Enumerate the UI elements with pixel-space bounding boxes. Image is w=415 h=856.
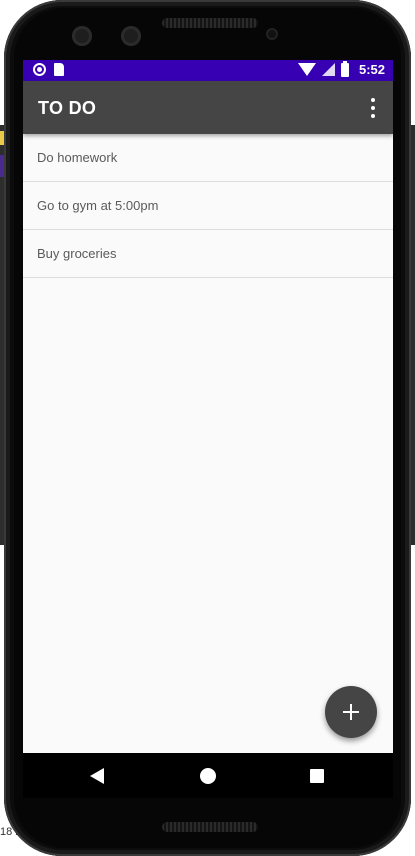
- todo-item[interactable]: Do homework: [23, 134, 393, 182]
- plus-icon: [343, 704, 359, 720]
- wifi-icon: [297, 63, 316, 76]
- back-icon[interactable]: [90, 768, 104, 784]
- todo-item-text: Do homework: [37, 150, 118, 165]
- todo-item[interactable]: Go to gym at 5:00pm: [23, 182, 393, 230]
- earpiece-speaker: [162, 18, 258, 28]
- sd-card-icon: [54, 63, 64, 76]
- bottom-speaker: [162, 822, 258, 832]
- todo-item[interactable]: Buy groceries: [23, 230, 393, 278]
- overflow-menu-icon[interactable]: [367, 98, 379, 118]
- status-bar: 5:52: [23, 60, 393, 81]
- status-left-icons: [33, 63, 64, 76]
- cell-signal-icon: [321, 63, 335, 76]
- status-right-icons: 5:52: [297, 60, 385, 77]
- front-camera-secondary-icon: [121, 26, 141, 46]
- app-title: TO DO: [38, 98, 97, 118]
- home-icon[interactable]: [200, 768, 216, 784]
- overflow-dot: [371, 98, 375, 102]
- overflow-dot: [371, 114, 375, 118]
- overflow-dot: [371, 106, 375, 110]
- proximity-sensor: [266, 28, 278, 40]
- app-bar: TO DO: [23, 81, 393, 134]
- todo-item-text: Go to gym at 5:00pm: [37, 198, 159, 213]
- add-todo-button[interactable]: [325, 686, 377, 738]
- navigation-bar: [23, 753, 393, 798]
- status-clock: 5:52: [358, 62, 385, 77]
- todo-item-text: Buy groceries: [37, 246, 117, 261]
- front-camera-icon: [72, 26, 92, 46]
- notification-circle-icon: [33, 63, 46, 76]
- battery-icon: [340, 60, 349, 77]
- device-screen: 5:52 TO DO Do homework Go to gym at 5:00…: [23, 60, 393, 798]
- todo-list: Do homework Go to gym at 5:00pm Buy groc…: [23, 134, 393, 278]
- recents-icon[interactable]: [310, 769, 324, 783]
